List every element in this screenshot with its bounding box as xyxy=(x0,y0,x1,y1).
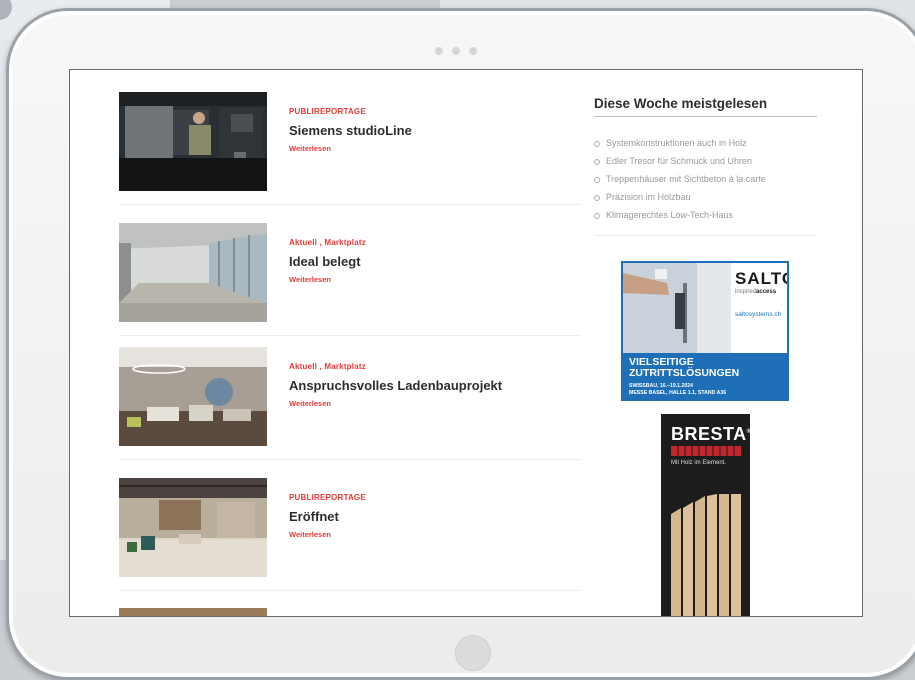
sidebar-title: Diese Woche meistgelesen xyxy=(594,96,768,111)
list-item[interactable]: Präzision im Holzbau xyxy=(594,188,766,206)
article-category[interactable]: Aktuell , Marktplatz xyxy=(289,238,366,247)
bresta-tagline: Mit Holz im Element. xyxy=(671,460,727,466)
home-button[interactable] xyxy=(455,635,491,671)
salto-headline: VIELSEITIGE ZUTRITTSLÖSUNGEN xyxy=(629,356,740,379)
article-title[interactable]: Ideal belegt xyxy=(289,254,366,269)
read-more-link[interactable]: Weiterlesen xyxy=(289,144,412,153)
salto-event: SWISSBAU, 16.–19.1.2024 MESSE BASEL, HAL… xyxy=(629,383,727,396)
web-page: PUBLIREPORTAGE Siemens studioLine Weiter… xyxy=(69,69,863,617)
camera-dots xyxy=(435,47,477,55)
salto-ad-banner[interactable]: SALTO inspiredaccess saltosystems.ch VIE… xyxy=(621,261,789,401)
article-thumbnail[interactable] xyxy=(119,347,267,446)
article-category[interactable]: Aktuell , Marktplatz xyxy=(289,362,502,371)
list-item[interactable]: Systemkonstruktionen auch in Holz xyxy=(594,134,766,152)
divider xyxy=(119,335,580,336)
article-category[interactable]: PUBLIREPORTAGE xyxy=(289,493,366,502)
bresta-logo-bars xyxy=(671,446,741,456)
divider xyxy=(119,459,580,460)
article-thumbnail[interactable] xyxy=(119,92,267,191)
read-more-link[interactable]: Weiterlesen xyxy=(289,275,366,284)
divider xyxy=(119,590,580,591)
article-title[interactable]: Anspruchsvolles Ladenbauprojekt xyxy=(289,378,502,393)
article-card[interactable]: Aktuell , Marktplatz Ideal belegt Weiter… xyxy=(119,223,580,322)
article-title[interactable]: Eröffnet xyxy=(289,509,366,524)
salto-logo: SALTO xyxy=(735,269,787,288)
ad-photo xyxy=(623,263,731,353)
salto-tagline: inspiredaccess xyxy=(735,289,777,295)
list-item[interactable]: Treppenhäuser mit Sichtbeton à la carte xyxy=(594,170,766,188)
article-title[interactable]: Siemens studioLine xyxy=(289,123,412,138)
article-thumbnail[interactable] xyxy=(119,478,267,577)
list-item[interactable]: Edler Tresor für Schmuck und Uhren xyxy=(594,152,766,170)
article-category[interactable]: PUBLIREPORTAGE xyxy=(289,107,412,116)
sidebar-title-underline xyxy=(594,116,817,117)
most-read-list: Systemkonstruktionen auch in Holz Edler … xyxy=(594,134,766,224)
divider xyxy=(119,204,580,205)
bresta-logo: BRESTA® xyxy=(671,424,750,444)
salto-headline-panel: VIELSEITIGE ZUTRITTSLÖSUNGEN SWISSBAU, 1… xyxy=(623,353,787,399)
article-thumbnail[interactable] xyxy=(119,223,267,322)
article-card[interactable]: PUBLIREPORTAGE Siemens studioLine Weiter… xyxy=(119,92,580,191)
read-more-link[interactable]: Weiterlesen xyxy=(289,399,502,408)
article-card[interactable]: PUBLIREPORTAGE Eröffnet Weiterlesen xyxy=(119,478,580,577)
salto-url: saltosystems.ch xyxy=(735,311,782,318)
article-thumbnail[interactable] xyxy=(119,608,267,616)
read-more-link[interactable]: Weiterlesen xyxy=(289,530,366,539)
list-item[interactable]: Klimagerechtes Low-Tech-Haus xyxy=(594,206,766,224)
article-card[interactable]: Aktuell , Marktplatz Anspruchsvolles Lad… xyxy=(119,347,580,446)
divider xyxy=(594,235,817,236)
bresta-ad-banner[interactable]: BRESTA® Mit Holz im Element. xyxy=(661,414,750,616)
wood-slats-image xyxy=(661,494,750,616)
